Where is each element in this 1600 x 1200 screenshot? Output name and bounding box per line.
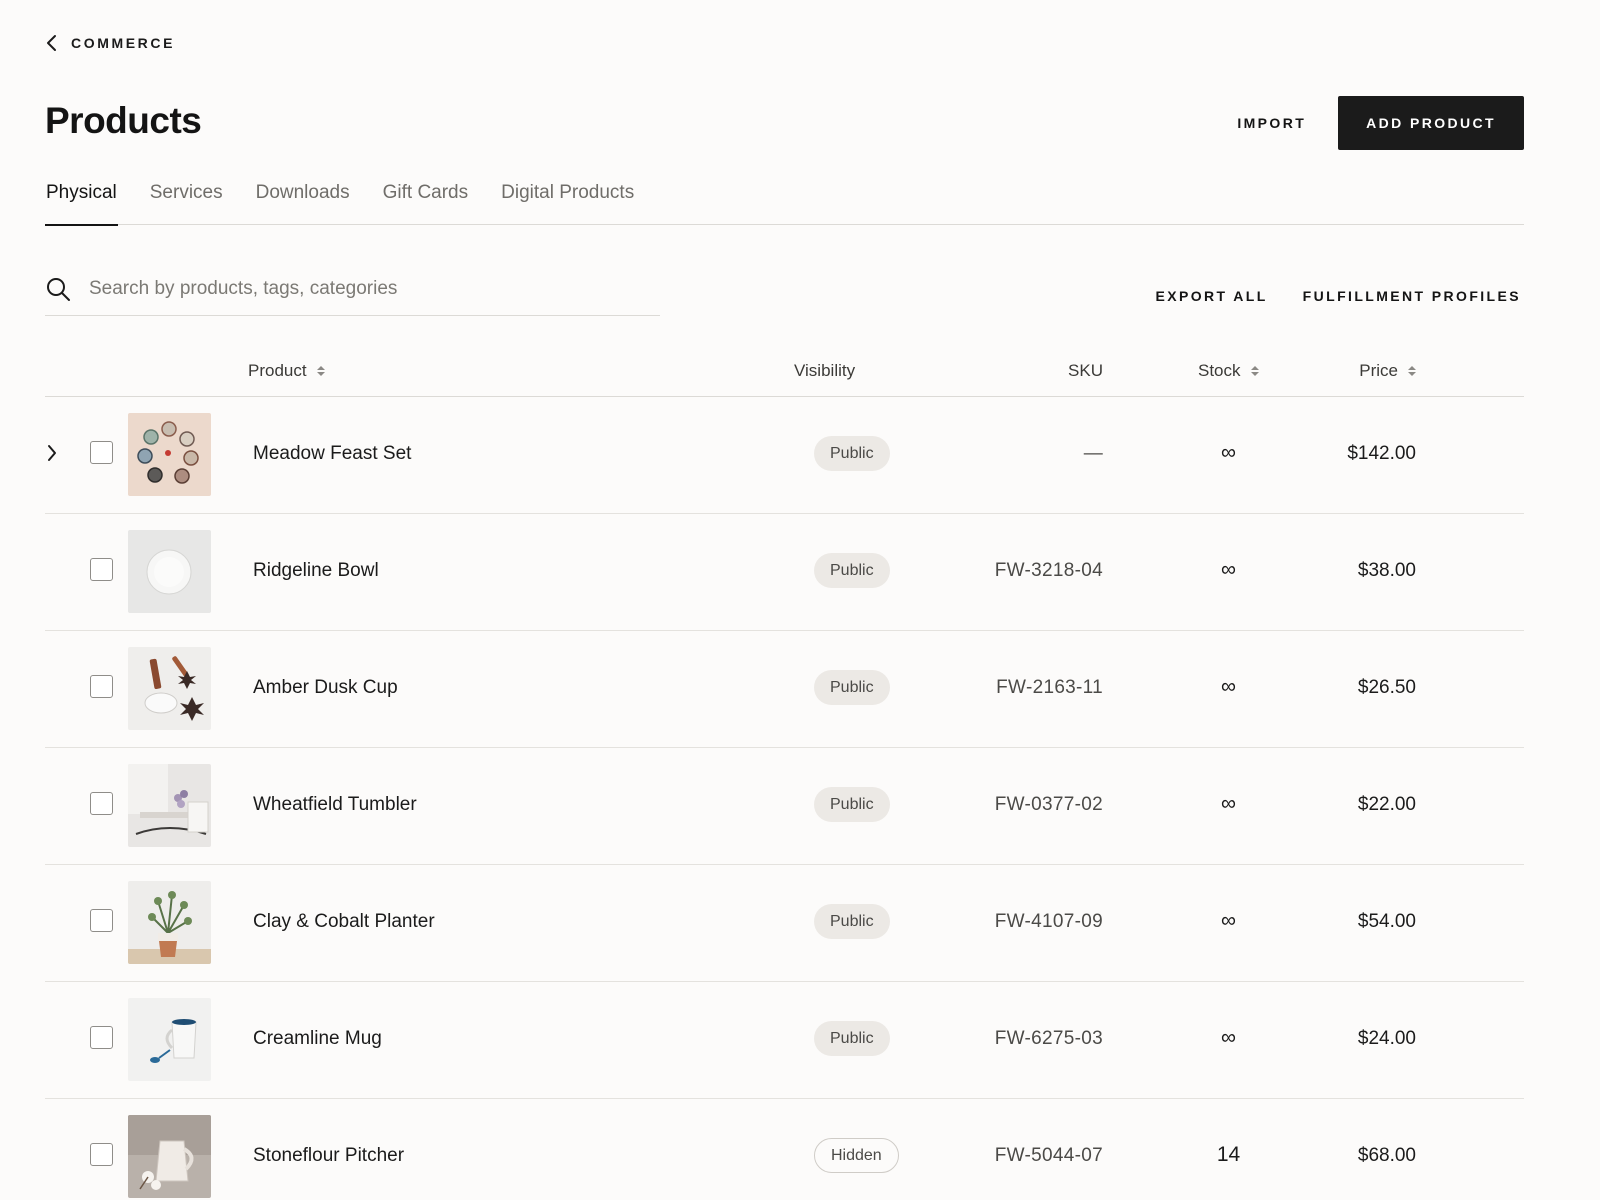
price-value: $22.00	[1357, 794, 1416, 815]
price-value: $142.00	[1347, 443, 1416, 464]
product-name[interactable]: Meadow Feast Set	[253, 443, 411, 465]
sku-value: FW-5044-07	[994, 1145, 1103, 1166]
sku-value: FW-6275-03	[994, 1028, 1103, 1049]
stock-value: ∞	[1221, 792, 1236, 815]
row-checkbox[interactable]	[90, 675, 113, 698]
sku-value: FW-3218-04	[994, 560, 1103, 581]
column-price[interactable]: Price	[1359, 361, 1416, 381]
back-label: COMMERCE	[71, 35, 176, 51]
visibility-badge: Public	[814, 553, 890, 588]
price-value: $26.50	[1357, 677, 1416, 698]
tumbler-icon[interactable]	[128, 764, 211, 847]
column-sku-label: SKU	[1068, 361, 1103, 380]
table-row[interactable]: Meadow Feast Set Public — ∞ $142.00	[45, 397, 1524, 514]
column-stock[interactable]: Stock	[1198, 361, 1259, 381]
mug-icon[interactable]	[128, 998, 211, 1081]
visibility-badge: Hidden	[814, 1138, 899, 1173]
import-button[interactable]: IMPORT	[1237, 115, 1306, 131]
table-row[interactable]: Ridgeline Bowl Public FW-3218-04 ∞ $38.0…	[45, 514, 1524, 631]
fulfillment-profiles-button[interactable]: FULFILLMENT PROFILES	[1303, 288, 1521, 304]
visibility-badge: Public	[814, 904, 890, 939]
visibility-badge: Public	[814, 670, 890, 705]
stock-value: ∞	[1221, 558, 1236, 581]
product-name[interactable]: Creamline Mug	[253, 1028, 382, 1050]
search-icon	[47, 277, 70, 301]
price-value: $24.00	[1357, 1028, 1416, 1049]
stock-value: ∞	[1221, 675, 1236, 698]
row-checkbox[interactable]	[90, 558, 113, 581]
stock-value: ∞	[1221, 909, 1236, 932]
visibility-badge: Public	[814, 436, 890, 471]
row-checkbox[interactable]	[90, 909, 113, 932]
table-row[interactable]: Creamline Mug Public FW-6275-03 ∞ $24.00	[45, 982, 1524, 1099]
sku-value: FW-0377-02	[994, 794, 1103, 815]
tab-physical[interactable]: Physical	[45, 178, 118, 226]
search-bar	[45, 262, 660, 316]
table-row[interactable]: Wheatfield Tumbler Public FW-0377-02 ∞ $…	[45, 748, 1524, 865]
page-title: Products	[45, 100, 202, 141]
export-all-button[interactable]: EXPORT ALL	[1156, 288, 1268, 304]
column-product[interactable]: Product	[248, 361, 325, 381]
product-name[interactable]: Clay & Cobalt Planter	[253, 911, 435, 933]
sku-value: —	[1083, 443, 1103, 464]
table-row[interactable]: Amber Dusk Cup Public FW-2163-11 ∞ $26.5…	[45, 631, 1524, 748]
column-price-label: Price	[1359, 361, 1398, 380]
table-header: Product Visibility SKU Stock Price	[45, 338, 1524, 397]
tab-digital-products[interactable]: Digital Products	[500, 178, 635, 225]
price-value: $54.00	[1357, 911, 1416, 932]
product-name[interactable]: Stoneflour Pitcher	[253, 1145, 404, 1167]
tab-gift-cards[interactable]: Gift Cards	[382, 178, 470, 225]
sort-icon	[1408, 366, 1416, 376]
back-to-commerce-link[interactable]: COMMERCE	[45, 34, 175, 52]
stock-value: ∞	[1221, 441, 1236, 464]
column-sku: SKU	[1068, 361, 1103, 381]
row-checkbox[interactable]	[90, 441, 113, 464]
product-type-tabs: Physical Services Downloads Gift Cards D…	[45, 178, 1524, 226]
visibility-badge: Public	[814, 1021, 890, 1056]
price-value: $38.00	[1357, 560, 1416, 581]
products-page: COMMERCE Products IMPORT ADD PRODUCT Phy…	[0, 0, 1600, 1200]
sort-icon	[1250, 366, 1259, 376]
column-visibility: Visibility	[794, 361, 855, 381]
stock-value: 14	[1216, 1143, 1241, 1166]
price-value: $68.00	[1357, 1145, 1416, 1166]
sku-value: FW-2163-11	[996, 677, 1103, 698]
table-row[interactable]: Stoneflour Pitcher Hidden FW-5044-07 14 …	[45, 1099, 1524, 1200]
row-checkbox[interactable]	[90, 1143, 113, 1166]
bowl-icon[interactable]	[128, 530, 211, 613]
row-checkbox[interactable]	[90, 1026, 113, 1049]
add-product-button[interactable]: ADD PRODUCT	[1338, 96, 1524, 150]
cup-icon[interactable]	[128, 647, 211, 730]
product-name[interactable]: Amber Dusk Cup	[253, 677, 398, 699]
pitcher-icon[interactable]	[128, 1115, 211, 1198]
sku-value: FW-4107-09	[994, 911, 1103, 932]
plates-icon[interactable]	[128, 413, 211, 496]
planter-icon[interactable]	[128, 881, 211, 964]
chevron-right-icon[interactable]	[45, 443, 59, 463]
search-input[interactable]	[89, 277, 629, 300]
chevron-left-icon	[47, 35, 56, 51]
products-table: Product Visibility SKU Stock Price Meado…	[45, 338, 1524, 1200]
row-checkbox[interactable]	[90, 792, 113, 815]
header-actions: IMPORT ADD PRODUCT	[1237, 96, 1524, 150]
stock-value: ∞	[1221, 1026, 1236, 1049]
column-product-label: Product	[248, 361, 307, 380]
tab-downloads[interactable]: Downloads	[255, 178, 351, 225]
tab-services[interactable]: Services	[149, 178, 224, 225]
table-row[interactable]: Clay & Cobalt Planter Public FW-4107-09 …	[45, 865, 1524, 982]
product-name[interactable]: Wheatfield Tumbler	[253, 794, 417, 816]
column-stock-label: Stock	[1198, 361, 1241, 380]
product-name[interactable]: Ridgeline Bowl	[253, 560, 379, 582]
sort-icon	[316, 366, 325, 376]
table-tools: EXPORT ALL FULFILLMENT PROFILES	[1156, 288, 1521, 304]
column-visibility-label: Visibility	[794, 361, 856, 380]
visibility-badge: Public	[814, 787, 890, 822]
